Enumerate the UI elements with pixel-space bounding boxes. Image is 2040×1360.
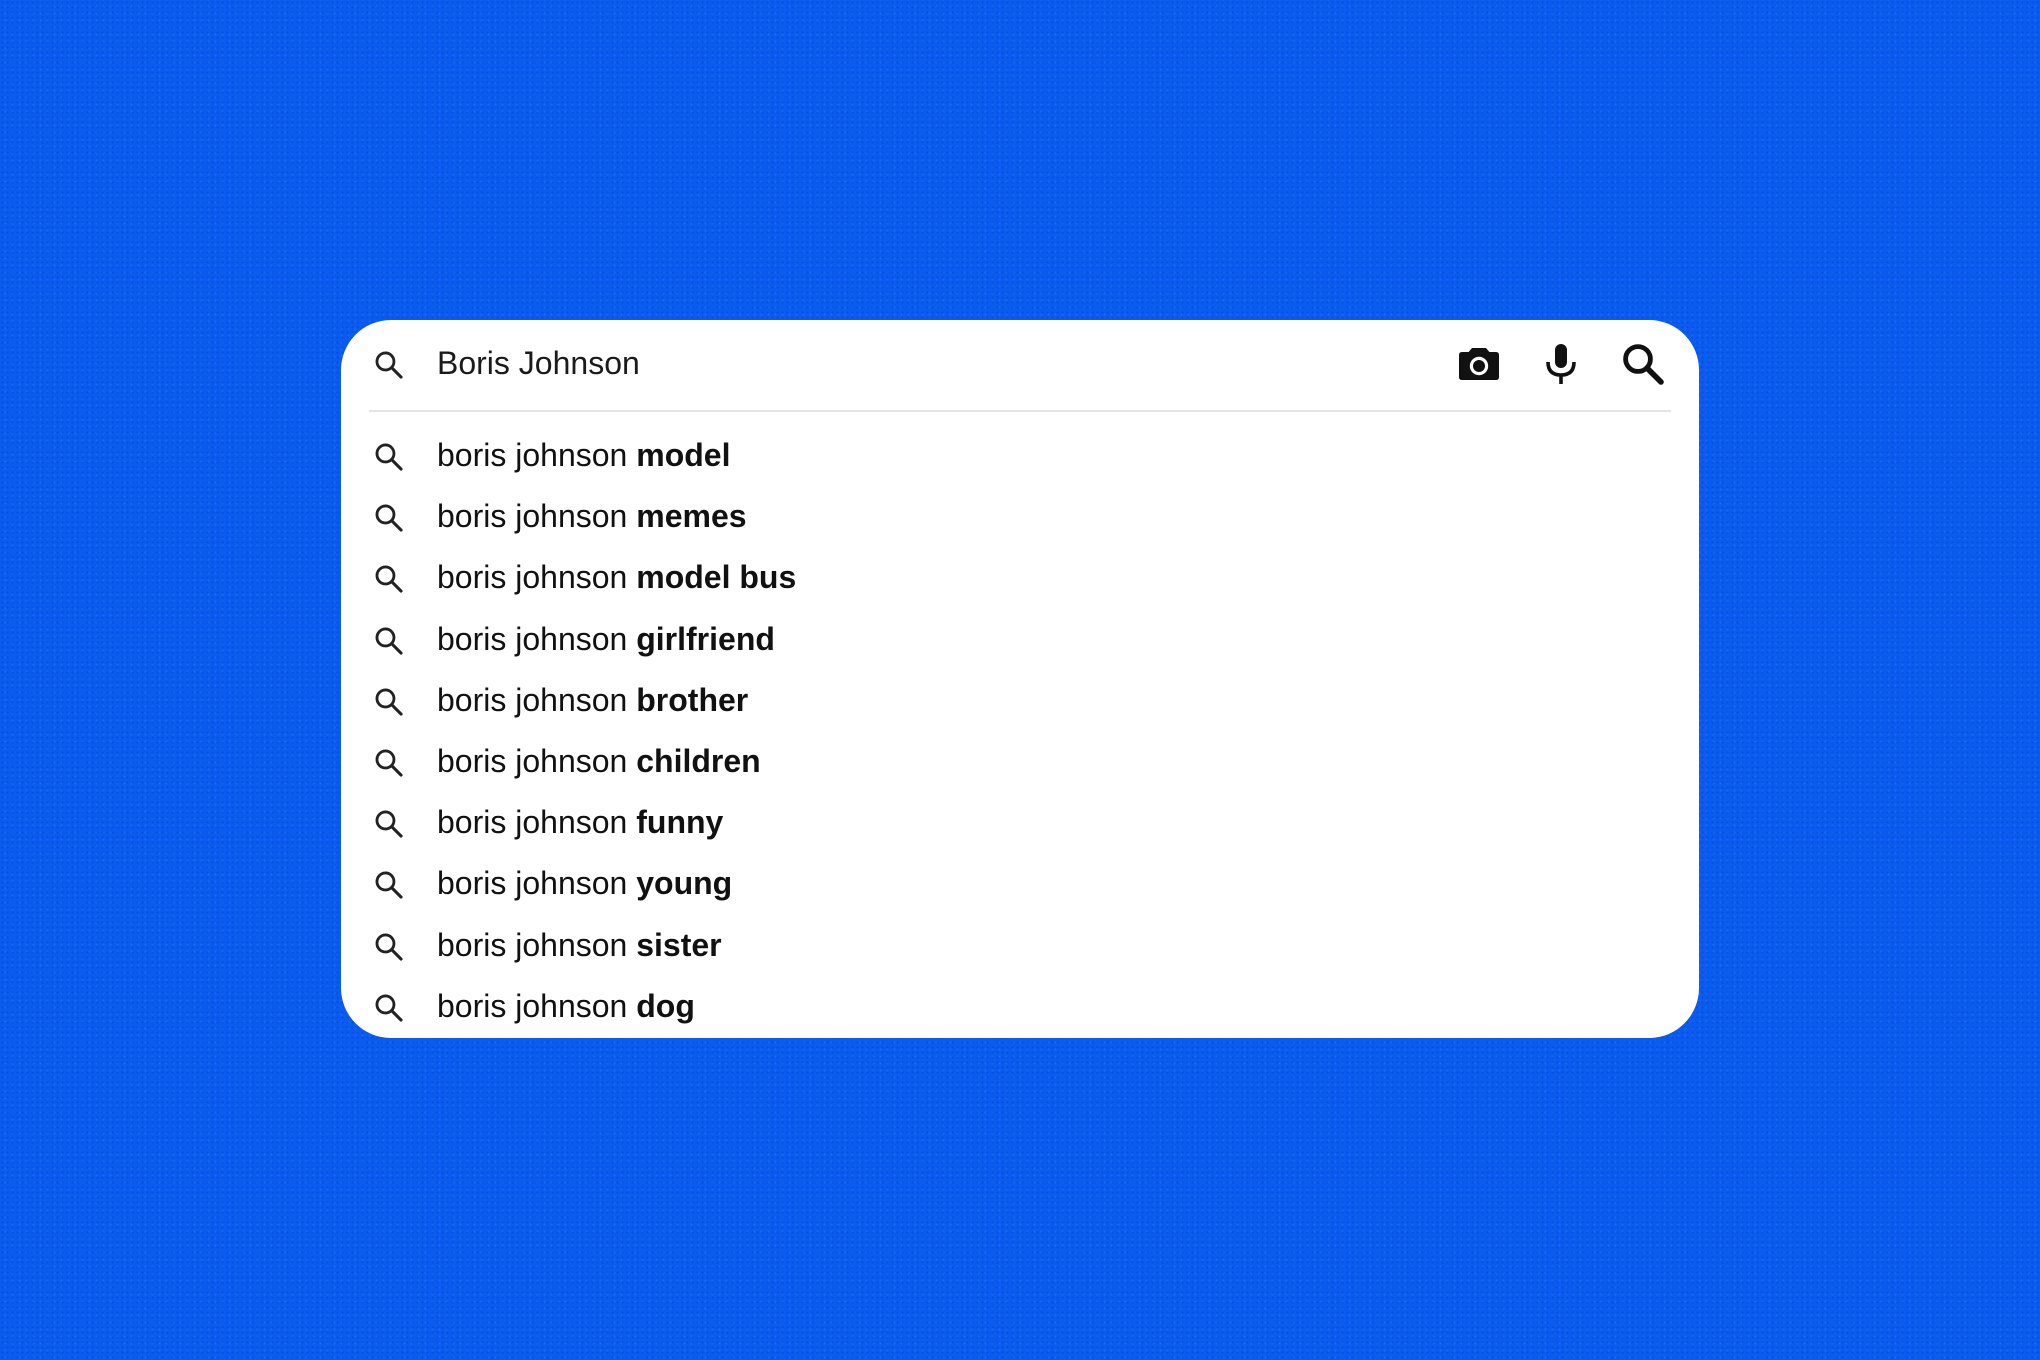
- suggestion-completion: sister: [636, 926, 722, 963]
- suggestion-completion: children: [636, 742, 761, 779]
- suggestion-item[interactable]: boris johnson sister: [341, 916, 1699, 977]
- suggestion-completion: memes: [636, 498, 747, 535]
- suggestion-item[interactable]: boris johnson model bus: [341, 548, 1699, 609]
- suggestion-prefix: boris johnson: [437, 681, 637, 718]
- suggestion-completion: dog: [636, 987, 695, 1024]
- suggestion-completion: brother: [636, 681, 749, 718]
- suggestion-item[interactable]: boris johnson dog: [341, 977, 1699, 1038]
- search-icon: [375, 933, 403, 961]
- suggestion-prefix: boris johnson: [437, 926, 637, 963]
- suggestion-text: boris johnson model: [437, 435, 730, 475]
- suggestion-item[interactable]: boris johnson young: [341, 854, 1699, 915]
- search-icon: [375, 627, 403, 655]
- suggestion-text: boris johnson funny: [437, 802, 723, 842]
- suggestion-text: boris johnson girlfriend: [437, 619, 775, 659]
- suggestion-text: boris johnson sister: [437, 925, 722, 965]
- suggestion-text: boris johnson children: [437, 741, 761, 781]
- search-icon: [375, 504, 403, 532]
- suggestion-prefix: boris johnson: [437, 804, 637, 841]
- suggestion-item[interactable]: boris johnson model: [341, 426, 1699, 487]
- search-query-row: [341, 320, 1699, 410]
- suggestion-text: boris johnson model bus: [437, 557, 796, 597]
- suggestion-prefix: boris johnson: [437, 620, 637, 657]
- microphone-icon[interactable]: [1537, 340, 1585, 388]
- suggestion-text: boris johnson brother: [437, 680, 748, 720]
- suggestion-text: boris johnson dog: [437, 986, 695, 1026]
- suggestion-completion: young: [636, 865, 733, 902]
- search-icon: [375, 749, 403, 777]
- suggestion-item[interactable]: boris johnson memes: [341, 487, 1699, 548]
- search-icon: [375, 565, 403, 593]
- suggestion-text: boris johnson young: [437, 863, 732, 903]
- search-icon: [375, 443, 403, 471]
- suggestion-item[interactable]: boris johnson children: [341, 732, 1699, 793]
- suggestions-list: boris johnson model boris johnson memes …: [341, 426, 1699, 1038]
- suggestion-completion: model: [636, 437, 731, 473]
- search-submit-icon[interactable]: [1619, 340, 1667, 388]
- suggestion-item[interactable]: boris johnson girlfriend: [341, 610, 1699, 671]
- search-input[interactable]: [437, 338, 1317, 388]
- suggestion-completion: girlfriend: [636, 620, 775, 657]
- search-icon: [375, 994, 403, 1022]
- suggestion-prefix: boris johnson: [437, 498, 637, 535]
- suggestion-completion: model bus: [636, 559, 797, 596]
- suggestion-item[interactable]: boris johnson funny: [341, 793, 1699, 854]
- suggestion-prefix: boris johnson: [437, 987, 637, 1024]
- search-icon: [375, 871, 403, 899]
- suggestion-prefix: boris johnson: [437, 437, 637, 473]
- suggestion-prefix: boris johnson: [437, 742, 637, 779]
- suggestion-item[interactable]: boris johnson brother: [341, 671, 1699, 732]
- search-icon: [375, 351, 403, 379]
- suggestion-prefix: boris johnson: [437, 865, 637, 902]
- suggestion-text: boris johnson memes: [437, 496, 747, 536]
- suggestion-prefix: boris johnson: [437, 559, 637, 596]
- search-icon: [375, 688, 403, 716]
- search-box: boris johnson model boris johnson memes …: [341, 320, 1699, 1038]
- camera-icon[interactable]: [1455, 340, 1503, 388]
- divider: [369, 410, 1671, 412]
- search-icon: [375, 810, 403, 838]
- suggestion-completion: funny: [636, 804, 724, 841]
